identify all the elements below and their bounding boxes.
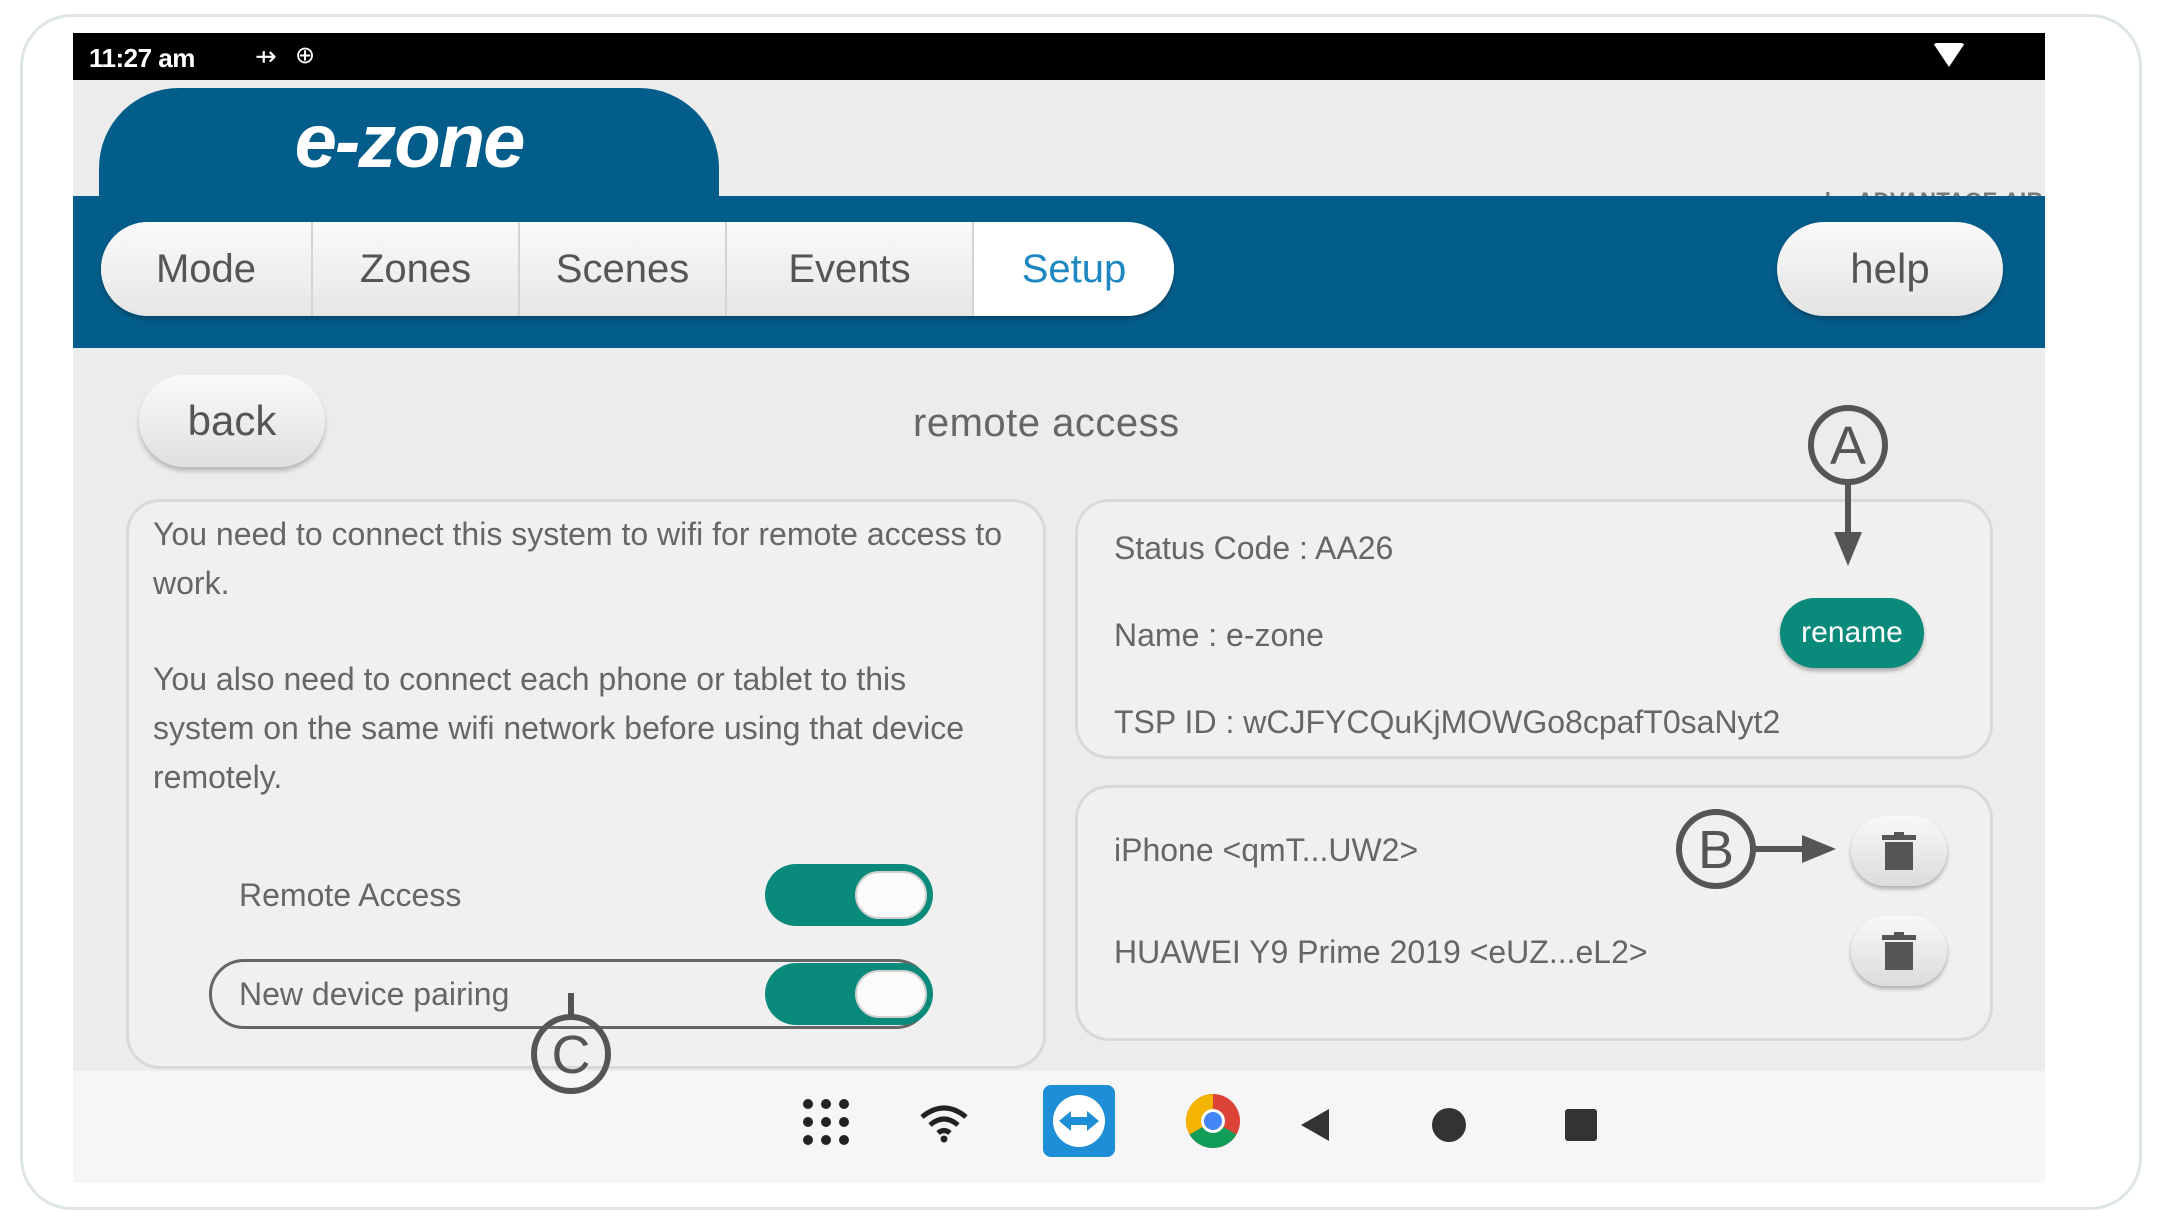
- wifi-info-panel: You need to connect this system to wifi …: [126, 499, 1046, 1069]
- recents-nav-icon[interactable]: [1565, 1109, 1597, 1141]
- status-bar: 11:27 am ⇸ ⊕: [73, 33, 2045, 80]
- delete-device-button[interactable]: [1851, 816, 1947, 886]
- page-title: remote access: [913, 401, 1180, 445]
- tab-setup[interactable]: Setup: [974, 222, 1174, 316]
- logo-tab: e-zone: [99, 88, 719, 198]
- wifi-instructions: You need to connect this system to wifi …: [153, 516, 1003, 601]
- trash-icon: [1882, 932, 1916, 970]
- device-item-iphone: iPhone <qmT...UW2>: [1114, 832, 1419, 868]
- sync-icon: ⊕: [295, 42, 316, 69]
- wifi-icon: [1933, 43, 1965, 67]
- delete-device-button[interactable]: [1851, 916, 1947, 986]
- remote-access-label: Remote Access: [239, 877, 462, 913]
- toggle-knob: [855, 871, 927, 919]
- device-item-huawei: HUAWEI Y9 Prime 2019 <eUZ...eL2>: [1114, 934, 1648, 970]
- apps-grid-icon[interactable]: [801, 1097, 851, 1147]
- tab-events[interactable]: Events: [727, 222, 974, 316]
- tsp-id: TSP ID : wCJFYCQuKjMOWGo8cpafT0saNyt2: [1114, 704, 1781, 740]
- new-device-pairing-label: New device pairing: [239, 976, 510, 1012]
- new-device-pairing-toggle[interactable]: [765, 963, 933, 1025]
- chrome-icon[interactable]: [1185, 1093, 1241, 1149]
- back-nav-icon[interactable]: [1299, 1107, 1331, 1143]
- status-time: 11:27 am: [89, 43, 195, 73]
- system-status-panel: Status Code : AA26 Name : e-zone TSP ID …: [1075, 499, 1993, 759]
- teamviewer-icon[interactable]: [1043, 1085, 1115, 1157]
- nav-bar: Mode Zones Scenes Events Setup help: [73, 196, 2045, 348]
- tab-zones[interactable]: Zones: [313, 222, 520, 316]
- system-name: Name : e-zone: [1114, 617, 1324, 653]
- home-nav-icon[interactable]: [1431, 1107, 1467, 1143]
- system-navigation-bar: [73, 1071, 2045, 1183]
- usb-icon: ⇸: [255, 41, 277, 71]
- pairing-instructions: You also need to connect each phone or t…: [153, 661, 965, 795]
- tab-mode[interactable]: Mode: [101, 222, 313, 316]
- help-button[interactable]: help: [1777, 222, 2003, 316]
- wifi-settings-icon[interactable]: [918, 1103, 970, 1143]
- tab-scenes[interactable]: Scenes: [520, 222, 727, 316]
- e-zone-logo: e-zone: [294, 99, 526, 184]
- tablet-screen: 11:27 am ⇸ ⊕ e-zone by ADVANTAGE AIR Mod…: [73, 33, 2045, 1183]
- rename-button[interactable]: rename: [1780, 598, 1924, 668]
- paired-devices-panel: iPhone <qmT...UW2> HUAWEI Y9 Prime 2019 …: [1075, 785, 1993, 1041]
- back-button[interactable]: back: [139, 375, 325, 467]
- trash-icon: [1882, 832, 1916, 870]
- status-code: Status Code : AA26: [1114, 530, 1394, 566]
- toggle-knob: [855, 970, 927, 1018]
- remote-access-toggle[interactable]: [765, 864, 933, 926]
- tab-group: Mode Zones Scenes Events Setup: [101, 222, 1174, 316]
